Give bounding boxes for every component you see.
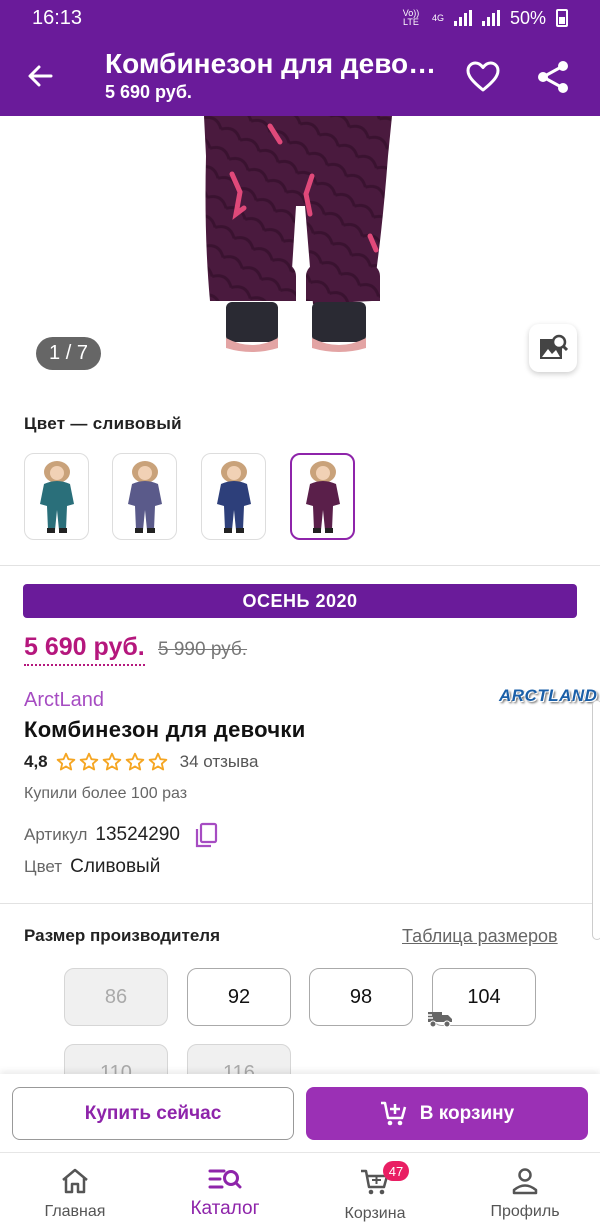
nav-home-label: Главная [44, 1203, 106, 1220]
nav-home[interactable]: Главная [15, 1153, 135, 1232]
child-figure-icon [39, 460, 74, 533]
size-label: Размер производителя [24, 926, 221, 945]
signal-icon-2 [481, 10, 500, 26]
size-option[interactable]: 92 [187, 968, 291, 1026]
color-swatch[interactable] [290, 453, 355, 540]
star-icon [125, 752, 144, 771]
status-bar: 16:13 Vo)) LTE 4G 50% [0, 0, 600, 36]
favorite-button[interactable] [464, 58, 502, 96]
copy-icon[interactable] [194, 822, 218, 848]
network-4g-label: 4G [431, 12, 444, 23]
star-icon [148, 752, 167, 771]
star-icon [102, 752, 121, 771]
child-figure-icon [216, 460, 251, 533]
battery-percent: 50% [509, 7, 546, 28]
nav-profile[interactable]: Профиль [465, 1153, 585, 1232]
share-icon [538, 61, 568, 93]
status-time: 16:13 [32, 6, 83, 29]
color-label: Цвет — сливовый [24, 414, 182, 433]
rating-stars [56, 752, 168, 772]
cart-add-icon [380, 1101, 407, 1125]
page-title: Комбинезон для дево… [105, 48, 437, 79]
signal-icon [453, 10, 472, 26]
action-bar: Купить сейчас В корзину [0, 1074, 600, 1152]
size-table-link[interactable]: Таблица размеров [402, 926, 558, 947]
child-figure-icon [305, 460, 340, 533]
share-button[interactable] [534, 58, 572, 96]
app-bar: Комбинезон для дево… 5 690 руб. [0, 36, 600, 116]
color-key: Цвет [24, 857, 63, 876]
status-indicators: Vo)) LTE 4G 50% [400, 8, 568, 29]
brand-link[interactable]: ArctLand [24, 689, 104, 712]
star-icon [79, 752, 98, 771]
color-swatch[interactable] [24, 453, 89, 540]
size-option[interactable]: 98 [309, 968, 413, 1026]
battery-icon [556, 9, 568, 27]
volte-label: Vo)) LTE [402, 8, 420, 27]
header-titles: Комбинезон для дево… 5 690 руб. [105, 48, 445, 103]
delivery-truck-icon [426, 1012, 452, 1028]
cart-badge: 47 [383, 1161, 409, 1181]
nav-catalog[interactable]: Каталог [165, 1153, 285, 1232]
back-button[interactable] [22, 58, 58, 94]
image-search-icon [540, 334, 568, 359]
arrow-left-icon [28, 65, 53, 87]
side-handle[interactable] [592, 700, 600, 940]
bought-count: Купили более 100 раз [24, 785, 188, 802]
color-swatch[interactable] [112, 453, 177, 540]
size-option: 86 [64, 968, 168, 1026]
rating-value: 4,8 [24, 752, 48, 771]
season-banner: ОСЕНЬ 2020 [23, 584, 577, 618]
old-price: 5 990 руб. [158, 639, 248, 660]
current-price[interactable]: 5 690 руб. [24, 633, 145, 666]
add-to-cart-label: В корзину [419, 1102, 515, 1124]
child-figure-icon [127, 460, 162, 533]
color-value: Сливовый [70, 856, 161, 877]
bottom-nav: Главная Каталог 47 Корзина Профиль [0, 1152, 600, 1232]
add-to-cart-button[interactable]: В корзину [306, 1087, 588, 1140]
star-icon [56, 752, 75, 771]
heart-icon [466, 61, 500, 92]
product-name: Комбинезон для девочки [24, 717, 306, 742]
sku-label: Артикул [24, 825, 88, 844]
reviews-count: 34 отзыва [179, 752, 259, 771]
nav-cart[interactable]: 47 Корзина [315, 1153, 435, 1232]
profile-icon [512, 1168, 538, 1195]
image-search-button[interactable] [529, 324, 577, 372]
nav-profile-label: Профиль [490, 1203, 560, 1220]
header-price: 5 690 руб. [105, 82, 192, 102]
nav-cart-label: Корзина [344, 1205, 406, 1222]
buy-now-label: Купить сейчас [84, 1102, 222, 1124]
photo-counter: 1 / 7 [36, 337, 101, 370]
brand-logo[interactable]: ARCTLAND [499, 686, 597, 706]
catalog-search-icon [208, 1169, 242, 1189]
nav-catalog-label: Каталог [190, 1198, 260, 1219]
section-divider [0, 565, 600, 566]
sku-value: 13524290 [95, 824, 180, 845]
sku-row: Артикул 13524290 [24, 822, 218, 848]
rating-row[interactable]: 4,8 34 отзыва [24, 752, 258, 772]
color-swatch[interactable] [201, 453, 266, 540]
home-icon [62, 1168, 88, 1194]
buy-now-button[interactable]: Купить сейчас [12, 1087, 294, 1140]
section-divider [0, 903, 600, 904]
color-row: Цвет Сливовый [24, 856, 160, 878]
